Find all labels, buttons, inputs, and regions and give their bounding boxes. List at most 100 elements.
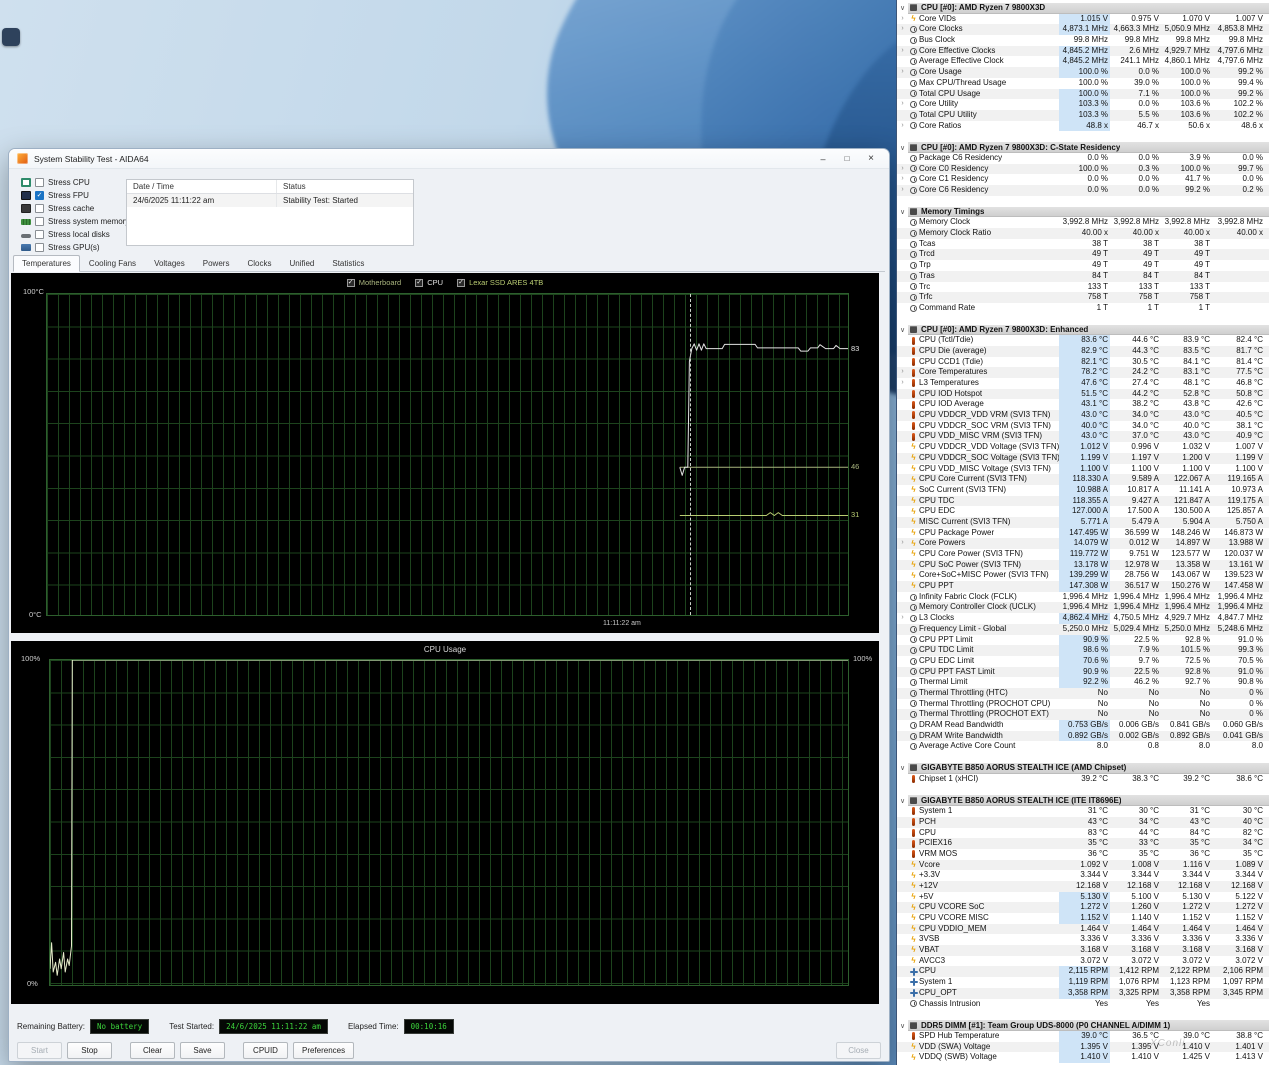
sensor-row[interactable]: CPU SoC Power (SVI3 TFN)13.178 W12.978 W… bbox=[897, 560, 1269, 571]
sensor-row[interactable]: Chassis IntrusionYesYesYes bbox=[897, 999, 1269, 1010]
sensor-row[interactable]: +3.3V3.344 V3.344 V3.344 V3.344 V bbox=[897, 870, 1269, 881]
sensor-row[interactable]: Total CPU Usage100.0 %7.1 %100.0 %99.2 % bbox=[897, 89, 1269, 100]
tab-temperatures[interactable]: Temperatures bbox=[13, 255, 80, 272]
sensor-row[interactable]: MISC Current (SVI3 TFN)5.771 A5.479 A5.9… bbox=[897, 517, 1269, 528]
checkbox[interactable] bbox=[35, 243, 44, 252]
sensor-row[interactable]: Frequency Limit - Global5,250.0 MHz5,029… bbox=[897, 624, 1269, 635]
sensor-row[interactable]: CPU EDC127.000 A17.500 A130.500 A125.857… bbox=[897, 506, 1269, 517]
sensor-row[interactable]: CPU VDD_MISC VRM (SVI3 TFN)43.0 °C37.0 °… bbox=[897, 431, 1269, 442]
sensor-row[interactable]: CPU VCORE MISC1.152 V1.140 V1.152 V1.152… bbox=[897, 913, 1269, 924]
sensor-section-header[interactable]: Memory Timings bbox=[897, 207, 1269, 218]
sensor-row[interactable]: System 131 °C30 °C31 °C30 °C bbox=[897, 806, 1269, 817]
sensor-row[interactable]: Thermal Throttling (PROCHOT CPU)NoNoNo0 … bbox=[897, 699, 1269, 710]
expand-arrow-icon[interactable] bbox=[897, 538, 908, 549]
sensor-section-header[interactable]: GIGABYTE B850 AORUS STEALTH ICE (ITE IT8… bbox=[897, 795, 1269, 806]
sensor-row[interactable]: Thermal Throttling (PROCHOT EXT)NoNoNo0 … bbox=[897, 709, 1269, 720]
checkbox[interactable] bbox=[35, 178, 44, 187]
sensor-row[interactable]: Thermal Limit92.2 %46.2 %92.7 %90.8 % bbox=[897, 677, 1269, 688]
collapse-chevron-icon[interactable] bbox=[897, 4, 908, 12]
sensor-row[interactable]: CPU (Tctl/Tdie)83.6 °C44.6 °C83.9 °C82.4… bbox=[897, 335, 1269, 346]
sensor-row[interactable]: CPU VDDIO_MEM1.464 V1.464 V1.464 V1.464 … bbox=[897, 924, 1269, 935]
preferences-button[interactable]: Preferences bbox=[293, 1042, 354, 1059]
sensor-row[interactable]: Memory Controller Clock (UCLK)1,996.4 MH… bbox=[897, 602, 1269, 613]
minimize-icon[interactable] bbox=[811, 151, 835, 167]
expand-arrow-icon[interactable] bbox=[897, 67, 908, 78]
sensor-row[interactable]: Trp49 T49 T49 T bbox=[897, 260, 1269, 271]
sensor-row[interactable]: CPU VDDCR_SOC Voltage (SVI3 TFN)1.199 V1… bbox=[897, 453, 1269, 464]
expand-arrow-icon[interactable] bbox=[897, 185, 908, 196]
sensor-row[interactable]: Core Clocks4,873.1 MHz4,663.3 MHz5,050.9… bbox=[897, 24, 1269, 35]
sensor-section-header[interactable]: CPU [#0]: AMD Ryzen 7 9800X3D: Enhanced bbox=[897, 325, 1269, 336]
sensor-row[interactable]: Core Utility103.3 %0.0 %103.6 %102.2 % bbox=[897, 99, 1269, 110]
sensor-row[interactable]: Total CPU Utility103.3 %5.5 %103.6 %102.… bbox=[897, 110, 1269, 121]
cpuid-button[interactable]: CPUID bbox=[243, 1042, 288, 1059]
sensor-row[interactable]: System 11,119 RPM1,076 RPM1,123 RPM1,097… bbox=[897, 977, 1269, 988]
sensor-row[interactable]: Core Ratios48.8 x46.7 x50.6 x48.6 x bbox=[897, 121, 1269, 132]
sensor-row[interactable]: CPU PPT Limit90.9 %22.5 %92.8 %91.0 % bbox=[897, 635, 1269, 646]
sensor-row[interactable]: CPU Core Power (SVI3 TFN)119.772 W9.751 … bbox=[897, 549, 1269, 560]
sensor-row[interactable]: Bus Clock99.8 MHz99.8 MHz99.8 MHz99.8 MH… bbox=[897, 35, 1269, 46]
collapse-chevron-icon[interactable] bbox=[897, 797, 908, 805]
sensor-row[interactable]: CPU2,115 RPM1,412 RPM2,122 RPM2,106 RPM bbox=[897, 966, 1269, 977]
sensor-row[interactable]: 3VSB3.336 V3.336 V3.336 V3.336 V bbox=[897, 934, 1269, 945]
sensor-row[interactable]: CPU VDDCR_VDD Voltage (SVI3 TFN)1.012 V0… bbox=[897, 442, 1269, 453]
stress-option-stress-cache[interactable]: Stress cache bbox=[21, 202, 136, 215]
desktop-icon[interactable] bbox=[2, 28, 20, 46]
sensor-row[interactable]: Package C6 Residency0.0 %0.0 %3.9 %0.0 % bbox=[897, 153, 1269, 164]
save-button[interactable]: Save bbox=[180, 1042, 225, 1059]
sensor-row[interactable]: AVCC33.072 V3.072 V3.072 V3.072 V bbox=[897, 956, 1269, 967]
sensor-row[interactable]: CPU TDC118.355 A9.427 A121.847 A119.175 … bbox=[897, 496, 1269, 507]
stop-button[interactable]: Stop bbox=[67, 1042, 112, 1059]
sensor-row[interactable]: VRM MOS36 °C35 °C36 °C35 °C bbox=[897, 849, 1269, 860]
sensor-row[interactable]: CPU Package Power147.495 W36.599 W148.24… bbox=[897, 528, 1269, 539]
tab-voltages[interactable]: Voltages bbox=[145, 256, 194, 271]
stress-option-stress-system-memory[interactable]: Stress system memory bbox=[21, 215, 136, 228]
sensor-row[interactable]: SoC Current (SVI3 TFN)10.988 A10.817 A11… bbox=[897, 485, 1269, 496]
maximize-icon[interactable] bbox=[835, 151, 859, 167]
sensor-row[interactable]: CPU PPT FAST Limit90.9 %22.5 %92.8 %91.0… bbox=[897, 667, 1269, 678]
stress-option-stress-local-disks[interactable]: Stress local disks bbox=[21, 228, 136, 241]
sensor-row[interactable]: CPU IOD Average43.1 °C38.2 °C43.8 °C42.6… bbox=[897, 399, 1269, 410]
sensor-row[interactable]: Chipset 1 (xHCI)39.2 °C38.3 °C39.2 °C38.… bbox=[897, 774, 1269, 785]
expand-arrow-icon[interactable] bbox=[897, 46, 908, 57]
sensor-row[interactable]: Max CPU/Thread Usage100.0 %39.0 %100.0 %… bbox=[897, 78, 1269, 89]
sensor-row[interactable]: +12V12.168 V12.168 V12.168 V12.168 V bbox=[897, 881, 1269, 892]
clear-button[interactable]: Clear bbox=[130, 1042, 175, 1059]
sensor-row[interactable]: Vcore1.092 V1.008 V1.116 V1.089 V bbox=[897, 860, 1269, 871]
sensor-row[interactable]: VDDQ (SWB) Voltage1.410 V1.410 V1.425 V1… bbox=[897, 1052, 1269, 1063]
sensor-row[interactable]: DRAM Read Bandwidth0.753 GB/s0.006 GB/s0… bbox=[897, 720, 1269, 731]
sensor-row[interactable]: Trfc758 T758 T758 T bbox=[897, 292, 1269, 303]
sensor-row[interactable]: CPU VDDCR_SOC VRM (SVI3 TFN)40.0 °C34.0 … bbox=[897, 421, 1269, 432]
tab-cooling-fans[interactable]: Cooling Fans bbox=[80, 256, 145, 271]
stress-option-stress-cpu[interactable]: Stress CPU bbox=[21, 176, 136, 189]
sensor-row[interactable]: CPU Core Current (SVI3 TFN)118.330 A9.58… bbox=[897, 474, 1269, 485]
sensor-row[interactable]: Infinity Fabric Clock (FCLK)1,996.4 MHz1… bbox=[897, 592, 1269, 603]
sensor-row[interactable]: VBAT3.168 V3.168 V3.168 V3.168 V bbox=[897, 945, 1269, 956]
sensor-row[interactable]: VDD (SWA) Voltage1.395 V1.395 V1.410 V1.… bbox=[897, 1042, 1269, 1053]
collapse-chevron-icon[interactable] bbox=[897, 208, 908, 216]
sensor-row[interactable]: Core Effective Clocks4,845.2 MHz2.6 MHz4… bbox=[897, 46, 1269, 57]
sensor-row[interactable]: L3 Temperatures47.6 °C27.4 °C48.1 °C46.8… bbox=[897, 378, 1269, 389]
sensor-row[interactable]: Core VIDs1.015 V0.975 V1.070 V1.007 V bbox=[897, 14, 1269, 25]
sensor-row[interactable]: CPU VDDCR_VDD VRM (SVI3 TFN)43.0 °C34.0 … bbox=[897, 410, 1269, 421]
tab-unified[interactable]: Unified bbox=[280, 256, 323, 271]
sensor-section-header[interactable]: CPU [#0]: AMD Ryzen 7 9800X3D: C-State R… bbox=[897, 142, 1269, 153]
sensor-row[interactable]: CPU PPT147.308 W36.517 W150.276 W147.458… bbox=[897, 581, 1269, 592]
tab-clocks[interactable]: Clocks bbox=[238, 256, 280, 271]
sensor-row[interactable]: CPU CCD1 (Tdie)82.1 °C30.5 °C84.1 °C81.4… bbox=[897, 357, 1269, 368]
collapse-chevron-icon[interactable] bbox=[897, 764, 908, 772]
collapse-chevron-icon[interactable] bbox=[897, 144, 908, 152]
sensor-row[interactable]: CPU_OPT3,358 RPM3,325 RPM3,358 RPM3,345 … bbox=[897, 988, 1269, 999]
sensor-row[interactable]: Core+SoC+MISC Power (SVI3 TFN)139.299 W2… bbox=[897, 570, 1269, 581]
sensor-row[interactable]: PCH43 °C34 °C43 °C40 °C bbox=[897, 817, 1269, 828]
sensor-row[interactable]: DRAM Write Bandwidth0.892 GB/s0.002 GB/s… bbox=[897, 731, 1269, 742]
sensor-row[interactable]: Thermal Throttling (HTC)NoNoNo0 % bbox=[897, 688, 1269, 699]
sensor-row[interactable]: +5V5.130 V5.100 V5.130 V5.122 V bbox=[897, 892, 1269, 903]
sensor-row[interactable]: Average Effective Clock4,845.2 MHz241.1 … bbox=[897, 56, 1269, 67]
sensor-section-header[interactable]: CPU [#0]: AMD Ryzen 7 9800X3D bbox=[897, 3, 1269, 14]
sensor-row[interactable]: Core C1 Residency0.0 %0.0 %41.7 %0.0 % bbox=[897, 174, 1269, 185]
sensor-row[interactable]: Core C6 Residency0.0 %0.0 %99.2 %0.2 % bbox=[897, 185, 1269, 196]
sensor-row[interactable]: PCIEX1635 °C33 °C35 °C34 °C bbox=[897, 838, 1269, 849]
sensor-row[interactable]: Core Powers14.079 W0.012 W14.897 W13.988… bbox=[897, 538, 1269, 549]
expand-arrow-icon[interactable] bbox=[897, 14, 908, 25]
